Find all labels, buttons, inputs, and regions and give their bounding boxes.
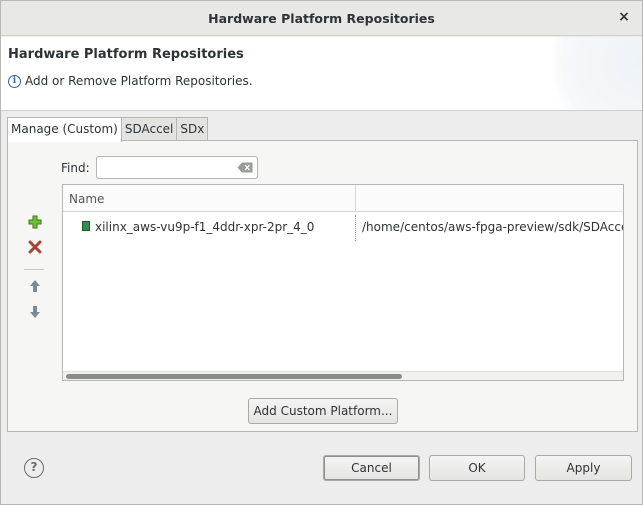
ok-button[interactable]: OK <box>429 455 525 481</box>
cancel-button[interactable]: Cancel <box>323 455 420 481</box>
move-down-button[interactable] <box>27 305 43 321</box>
table-row[interactable]: xilinx_aws-vu9p-f1_4ddr-xpr-2pr_4_0 /hom… <box>63 213 623 241</box>
table-header: Name <box>63 185 623 212</box>
remove-repository-button[interactable] <box>27 240 43 256</box>
tab-panel-manage-custom: Find: Name xilinx_aws-vu9p-f1_4ddr-xpr-2… <box>7 140 638 432</box>
cell-divider <box>355 215 356 241</box>
plus-icon <box>28 215 42 229</box>
arrow-up-icon <box>30 280 40 292</box>
horizontal-scrollbar[interactable] <box>63 371 623 380</box>
description-text: Add or Remove Platform Repositories. <box>25 74 253 88</box>
add-custom-platform-button[interactable]: Add Custom Platform... <box>248 398 398 424</box>
help-button[interactable]: ? <box>24 458 44 478</box>
tab-bar: Manage (Custom) SDAccel SDx <box>7 117 209 142</box>
remove-x-icon <box>28 240 42 254</box>
platform-name: xilinx_aws-vu9p-f1_4ddr-xpr-2pr_4_0 <box>95 220 315 234</box>
arrow-down-icon <box>30 306 40 318</box>
tab-sdaccel[interactable]: SDAccel <box>120 117 178 141</box>
repository-table[interactable]: Name xilinx_aws-vu9p-f1_4ddr-xpr-2pr_4_0… <box>62 184 624 381</box>
dialog: Hardware Platform Repositories × Hardwar… <box>0 0 643 505</box>
find-label: Find: <box>61 161 90 175</box>
header-banner: Hardware Platform Repositories i Add or … <box>1 37 642 111</box>
platform-path: /home/centos/aws-fpga-preview/sdk/SDAcce… <box>362 220 624 234</box>
page-title: Hardware Platform Repositories <box>8 47 244 62</box>
page-description: i Add or Remove Platform Repositories. <box>8 74 253 88</box>
close-button[interactable]: × <box>616 9 632 25</box>
column-header-name[interactable]: Name <box>69 192 104 206</box>
column-divider[interactable] <box>355 185 356 212</box>
apply-button[interactable]: Apply <box>535 455 632 481</box>
tab-sdx[interactable]: SDx <box>176 117 209 141</box>
add-repository-button[interactable] <box>27 215 43 231</box>
find-input[interactable] <box>96 156 258 179</box>
info-icon: i <box>8 74 21 88</box>
title-bar[interactable]: Hardware Platform Repositories × <box>1 1 642 36</box>
scrollbar-thumb[interactable] <box>66 374 402 379</box>
clear-search-icon[interactable] <box>237 162 253 173</box>
banner-decoration <box>542 37 642 110</box>
window-title: Hardware Platform Repositories <box>208 11 435 26</box>
move-up-button[interactable] <box>27 279 43 295</box>
sidebar-divider <box>24 269 44 270</box>
platform-chip-icon <box>82 221 90 231</box>
tab-manage-custom[interactable]: Manage (Custom) <box>7 117 122 142</box>
